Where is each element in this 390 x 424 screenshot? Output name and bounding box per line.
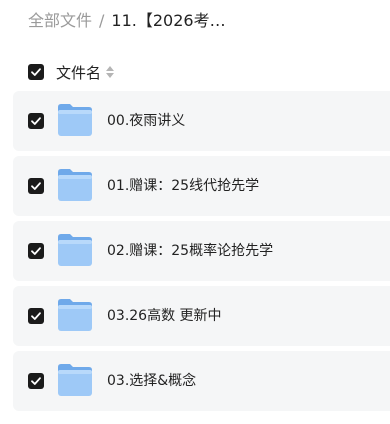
check-icon xyxy=(31,377,41,385)
file-list-header: 文件名 xyxy=(28,61,115,83)
row-checkbox[interactable] xyxy=(28,178,44,194)
sort-icon[interactable] xyxy=(106,66,115,78)
file-row[interactable]: 01.赠课：25线代抢先学 xyxy=(13,156,390,216)
folder-icon xyxy=(58,299,92,331)
select-all-checkbox[interactable] xyxy=(28,64,44,80)
file-row[interactable]: 02.赠课：25概率论抢先学 xyxy=(13,221,390,281)
check-icon xyxy=(31,117,41,125)
file-name[interactable]: 02.赠课：25概率论抢先学 xyxy=(107,221,273,281)
file-name[interactable]: 03.选择&概念 xyxy=(107,351,196,411)
row-checkbox[interactable] xyxy=(28,243,44,259)
file-name[interactable]: 01.赠课：25线代抢先学 xyxy=(107,156,259,216)
file-name[interactable]: 00.夜雨讲义 xyxy=(107,91,185,151)
breadcrumb-root-link[interactable]: 全部文件 xyxy=(28,9,92,33)
breadcrumb: 全部文件 / 11.【2026考… xyxy=(28,9,226,33)
file-row[interactable]: 03.26高数 更新中 xyxy=(13,286,390,346)
breadcrumb-separator: / xyxy=(99,11,105,30)
check-icon xyxy=(31,182,41,190)
file-row[interactable]: 00.夜雨讲义 xyxy=(13,91,390,151)
folder-icon xyxy=(58,104,92,136)
row-checkbox[interactable] xyxy=(28,308,44,324)
file-row[interactable]: 03.选择&概念 xyxy=(13,351,390,411)
check-icon xyxy=(31,247,41,255)
breadcrumb-current: 11.【2026考… xyxy=(111,11,226,30)
folder-icon xyxy=(58,234,92,266)
folder-icon xyxy=(58,169,92,201)
file-name[interactable]: 03.26高数 更新中 xyxy=(107,286,222,346)
row-checkbox[interactable] xyxy=(28,113,44,129)
row-checkbox[interactable] xyxy=(28,373,44,389)
check-icon xyxy=(31,312,41,320)
folder-icon xyxy=(58,364,92,396)
filename-column-header[interactable]: 文件名 xyxy=(56,62,101,83)
check-icon xyxy=(31,68,41,76)
